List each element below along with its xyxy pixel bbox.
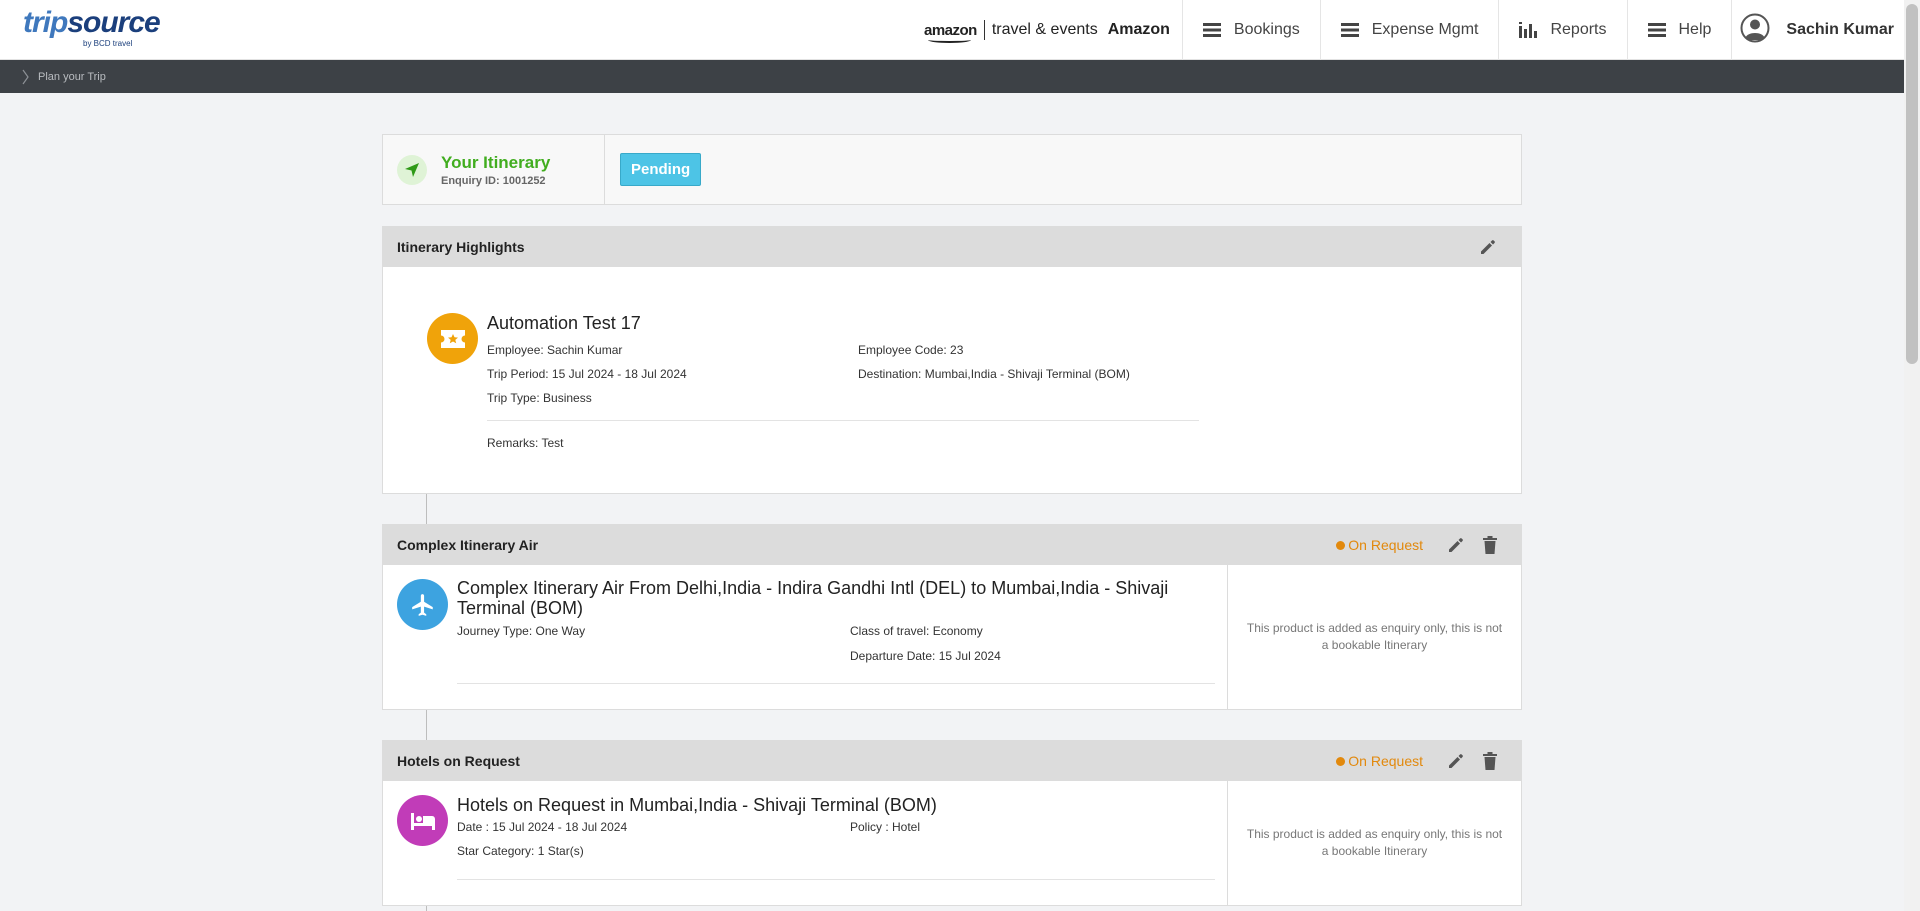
trip-type: Trip Type: Business [487,391,592,405]
status-dot-icon [1336,540,1346,550]
top-navbar: tripsource by BCD travel amazon travel &… [0,0,1904,60]
nav-reports-label: Reports [1550,21,1607,38]
trip-title: Automation Test 17 [487,313,641,333]
bar-chart-icon [1519,22,1538,38]
timeline-connector [382,906,1522,911]
ticket-icon [427,313,478,364]
timeline-connector [382,494,1522,524]
logo-wordmark: tripsource [23,6,161,39]
navigation-arrow-icon [397,154,427,185]
itinerary-header: Your Itinerary Enquiry ID: 1001252 Pendi… [382,134,1522,205]
employee-code: Employee Code: 23 [858,343,964,357]
nav-bookings[interactable]: Bookings [1183,0,1321,60]
hotel-policy: Policy : Hotel [850,820,921,834]
star-category: Star Category: 1 Star(s) [457,844,584,858]
status-dot-icon [1336,756,1346,766]
logo-wordmark-part2: source [67,6,160,39]
nav-help-label: Help [1678,21,1712,38]
tripsource-logo[interactable]: tripsource by BCD travel [23,6,161,49]
itinerary-summary: Your Itinerary Enquiry ID: 1001252 [383,135,605,204]
air-heading: Complex Itinerary Air [397,537,539,553]
scrollbar-thumb[interactable] [1906,4,1918,364]
logo-subtext: by BCD travel [83,39,133,48]
destination: Destination: Mumbai,India - Shivaji Term… [858,367,1130,381]
nav-help[interactable]: Help [1628,0,1733,60]
remarks: Remarks: Test [487,436,564,450]
highlights-card: Itinerary Highlights Automation Test 17 … [382,226,1522,494]
hotel-title: Hotels on Request in Mumbai,India - Shiv… [457,795,937,815]
user-menu[interactable]: Sachin Kumar [1732,0,1904,60]
air-title: Complex Itinerary Air From Delhi,India -… [457,578,1169,618]
menu-icon [1647,23,1666,37]
nav-expense-mgmt[interactable]: Expense Mgmt [1321,0,1500,60]
stay-dates: Date : 15 Jul 2024 - 18 Jul 2024 [457,820,628,834]
nav-bookings-label: Bookings [1233,21,1300,38]
hotel-header: Hotels on Request On Request [383,741,1521,781]
divider [457,683,1215,684]
air-status-label: On Request [1348,537,1423,553]
chevron-right-icon [22,69,29,85]
menu-icon [1202,23,1221,37]
enquiry-note: This product is added as enquiry only, t… [1246,621,1503,652]
delete-icon[interactable] [1483,752,1497,770]
logo-wordmark-part1: trip [23,6,68,39]
enquiry-id: Enquiry ID: 1001252 [441,174,546,187]
journey-type: Journey Type: One Way [457,624,586,638]
hotel-heading: Hotels on Request [397,753,520,769]
breadcrumb-bar: Plan your Trip [0,60,1904,93]
nav-expense-mgmt-label: Expense Mgmt [1371,21,1479,38]
hotel-body: Hotels on Request in Mumbai,India - Shiv… [383,781,1521,905]
brand-travel-events: travel & events [991,21,1098,38]
breadcrumb-item: Plan your Trip [38,70,106,83]
main-nav: amazon travel & events Amazon Bookings E… [924,0,1904,60]
air-body: Complex Itinerary Air From Delhi,India -… [383,565,1521,709]
delete-icon[interactable] [1483,536,1497,554]
company-brand: amazon travel & events Amazon [924,0,1183,60]
menu-icon [1340,23,1359,37]
itinerary-container: Your Itinerary Enquiry ID: 1001252 Pendi… [382,134,1522,911]
edit-icon[interactable] [1479,238,1497,256]
timeline-connector [382,710,1522,740]
status-indicator: On Request [1336,537,1423,553]
itinerary-status-area: Pending [605,135,1521,204]
bed-icon [397,795,448,846]
air-card: Complex Itinerary Air On Request Complex… [382,524,1522,710]
hotel-actions: On Request [1336,741,1497,781]
status-badge: Pending [620,153,702,186]
user-avatar-icon [1740,13,1770,48]
departure-date: Departure Date: 15 Jul 2024 [850,649,1001,663]
hotel-details: Hotels on Request in Mumbai,India - Shiv… [383,781,1228,905]
air-details: Complex Itinerary Air From Delhi,India -… [383,565,1228,709]
itinerary-title: Your Itinerary [441,152,551,172]
air-header: Complex Itinerary Air On Request [383,525,1521,565]
enquiry-note: This product is added as enquiry only, t… [1246,827,1503,858]
hotel-status-label: On Request [1348,753,1423,769]
employee-name: Employee: Sachin Kumar [487,343,623,357]
airplane-icon [397,579,448,630]
highlights-header: Itinerary Highlights [383,227,1521,267]
air-actions: On Request [1336,525,1497,565]
divider [457,879,1215,880]
company-name: Amazon [1107,21,1170,38]
amazon-logo: amazon [924,21,977,43]
edit-icon[interactable] [1447,752,1465,770]
page-scrollbar[interactable] [1904,0,1920,911]
divider [487,420,1199,421]
brand-divider [983,20,985,40]
breadcrumb[interactable]: Plan your Trip [22,60,106,93]
hotel-card: Hotels on Request On Request Hotels on R… [382,740,1522,906]
travel-class: Class of travel: Economy [850,624,983,638]
highlights-body: Automation Test 17 Employee: Sachin Kuma… [383,267,1521,493]
status-indicator: On Request [1336,753,1423,769]
nav-reports[interactable]: Reports [1499,0,1628,60]
edit-icon[interactable] [1447,536,1465,554]
highlights-heading: Itinerary Highlights [397,239,525,255]
trip-period: Trip Period: 15 Jul 2024 - 18 Jul 2024 [487,367,687,381]
highlights-actions [1467,227,1497,267]
user-name: Sachin Kumar [1786,21,1894,38]
